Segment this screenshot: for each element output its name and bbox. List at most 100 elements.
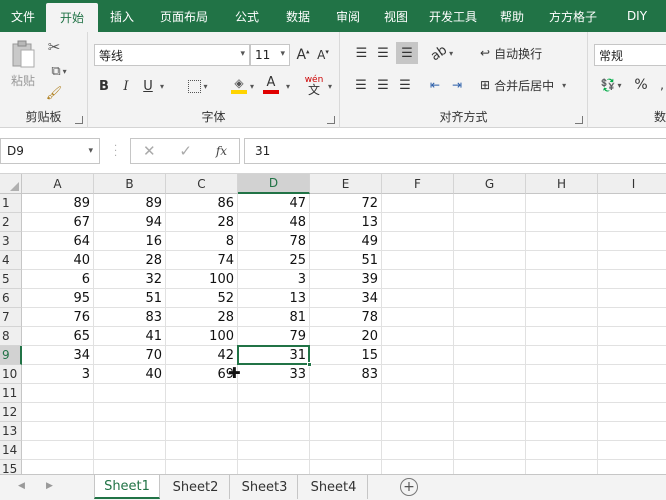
- cell-B11[interactable]: [94, 384, 166, 403]
- font-family-select[interactable]: 等线 ▾: [94, 44, 250, 66]
- cell-I14[interactable]: [598, 441, 666, 460]
- cell-B8[interactable]: 41: [94, 327, 166, 346]
- cell-D13[interactable]: [238, 422, 310, 441]
- cell-C5[interactable]: 100: [166, 270, 238, 289]
- cell-A5[interactable]: 6: [22, 270, 94, 289]
- row-header-4[interactable]: 4: [0, 251, 22, 270]
- cell-C14[interactable]: [166, 441, 238, 460]
- cell-F8[interactable]: [382, 327, 454, 346]
- confirm-icon[interactable]: ✓: [179, 142, 192, 160]
- cell-F9[interactable]: [382, 346, 454, 365]
- cell-G3[interactable]: [454, 232, 526, 251]
- cell-B12[interactable]: [94, 403, 166, 422]
- decrease-font-button[interactable]: A▾: [314, 46, 332, 64]
- row-header-13[interactable]: 13: [0, 422, 22, 441]
- cell-A13[interactable]: [22, 422, 94, 441]
- cell-H11[interactable]: [526, 384, 598, 403]
- cell-F12[interactable]: [382, 403, 454, 422]
- sheet-tab-sheet4[interactable]: Sheet4: [300, 475, 368, 499]
- cell-A8[interactable]: 65: [22, 327, 94, 346]
- underline-button[interactable]: U: [140, 76, 156, 96]
- cell-E9[interactable]: 15: [310, 346, 382, 365]
- cell-F6[interactable]: [382, 289, 454, 308]
- cell-C4[interactable]: 74: [166, 251, 238, 270]
- menu-tab-6[interactable]: 审阅: [324, 0, 372, 32]
- cell-C2[interactable]: 28: [166, 213, 238, 232]
- cell-E1[interactable]: 72: [310, 194, 382, 213]
- sheet-tab-sheet1[interactable]: Sheet1: [94, 475, 160, 499]
- copy-button[interactable]: ⧉ ▾: [44, 62, 74, 80]
- cell-E15[interactable]: [310, 460, 382, 474]
- cell-G1[interactable]: [454, 194, 526, 213]
- cell-I10[interactable]: [598, 365, 666, 384]
- menu-tab-5[interactable]: 数据: [272, 0, 324, 32]
- row-header-7[interactable]: 7: [0, 308, 22, 327]
- row-header-14[interactable]: 14: [0, 441, 22, 460]
- row-header-3[interactable]: 3: [0, 232, 22, 251]
- cell-E3[interactable]: 49: [310, 232, 382, 251]
- row-header-10[interactable]: 10: [0, 365, 22, 384]
- cell-E8[interactable]: 20: [310, 327, 382, 346]
- name-box[interactable]: D9 ▾: [0, 138, 100, 164]
- menu-tab-7[interactable]: 视图: [372, 0, 420, 32]
- format-painter-button[interactable]: 🖌: [44, 84, 64, 102]
- tab-scroll-right-icon[interactable]: ▶: [46, 481, 53, 491]
- cell-I11[interactable]: [598, 384, 666, 403]
- number-format-select[interactable]: 常规: [594, 44, 666, 66]
- row-header-9[interactable]: 9: [0, 346, 22, 365]
- cell-A10[interactable]: 3: [22, 365, 94, 384]
- cell-F7[interactable]: [382, 308, 454, 327]
- align-top-button[interactable]: ☰: [352, 44, 370, 62]
- cell-B2[interactable]: 94: [94, 213, 166, 232]
- cell-I3[interactable]: [598, 232, 666, 251]
- cell-B9[interactable]: 70: [94, 346, 166, 365]
- cell-F4[interactable]: [382, 251, 454, 270]
- cell-D5[interactable]: 3: [238, 270, 310, 289]
- cell-H1[interactable]: [526, 194, 598, 213]
- cell-C1[interactable]: 86: [166, 194, 238, 213]
- row-header-11[interactable]: 11: [0, 384, 22, 403]
- font-size-select[interactable]: 11 ▾: [250, 44, 290, 66]
- fill-color-dropdown[interactable]: ▾: [246, 76, 256, 96]
- cell-C15[interactable]: [166, 460, 238, 474]
- cell-G4[interactable]: [454, 251, 526, 270]
- cell-H4[interactable]: [526, 251, 598, 270]
- cell-F5[interactable]: [382, 270, 454, 289]
- cell-G15[interactable]: [454, 460, 526, 474]
- bold-button[interactable]: B: [96, 76, 112, 96]
- cell-G13[interactable]: [454, 422, 526, 441]
- cell-E14[interactable]: [310, 441, 382, 460]
- cell-H12[interactable]: [526, 403, 598, 422]
- cell-A1[interactable]: 89: [22, 194, 94, 213]
- cell-H14[interactable]: [526, 441, 598, 460]
- cell-A7[interactable]: 76: [22, 308, 94, 327]
- column-header-I[interactable]: I: [598, 174, 666, 194]
- cell-H8[interactable]: [526, 327, 598, 346]
- cell-I13[interactable]: [598, 422, 666, 441]
- cell-C7[interactable]: 28: [166, 308, 238, 327]
- increase-indent-button[interactable]: ⇥: [448, 76, 466, 94]
- merge-center-button[interactable]: ⊞ 合并后居中 ▾: [480, 76, 580, 94]
- cell-A6[interactable]: 95: [22, 289, 94, 308]
- cell-H5[interactable]: [526, 270, 598, 289]
- cell-I9[interactable]: [598, 346, 666, 365]
- cell-G9[interactable]: [454, 346, 526, 365]
- underline-dropdown[interactable]: ▾: [156, 76, 166, 96]
- sheet-tab-sheet2[interactable]: Sheet2: [162, 475, 230, 499]
- column-header-F[interactable]: F: [382, 174, 454, 194]
- cell-E7[interactable]: 78: [310, 308, 382, 327]
- cell-A9[interactable]: 34: [22, 346, 94, 365]
- add-sheet-button[interactable]: +: [400, 478, 418, 496]
- cell-H13[interactable]: [526, 422, 598, 441]
- phonetic-button[interactable]: wén 文: [302, 74, 326, 96]
- sheet-tab-sheet3[interactable]: Sheet3: [232, 475, 298, 499]
- menu-tab-11[interactable]: DIY: [608, 0, 666, 32]
- cell-B10[interactable]: 40: [94, 365, 166, 384]
- cell-A15[interactable]: [22, 460, 94, 474]
- cell-B14[interactable]: [94, 441, 166, 460]
- cell-D9[interactable]: 31: [238, 346, 310, 365]
- cell-H3[interactable]: [526, 232, 598, 251]
- menu-tab-1[interactable]: 开始: [46, 3, 98, 32]
- cell-D3[interactable]: 78: [238, 232, 310, 251]
- cell-G11[interactable]: [454, 384, 526, 403]
